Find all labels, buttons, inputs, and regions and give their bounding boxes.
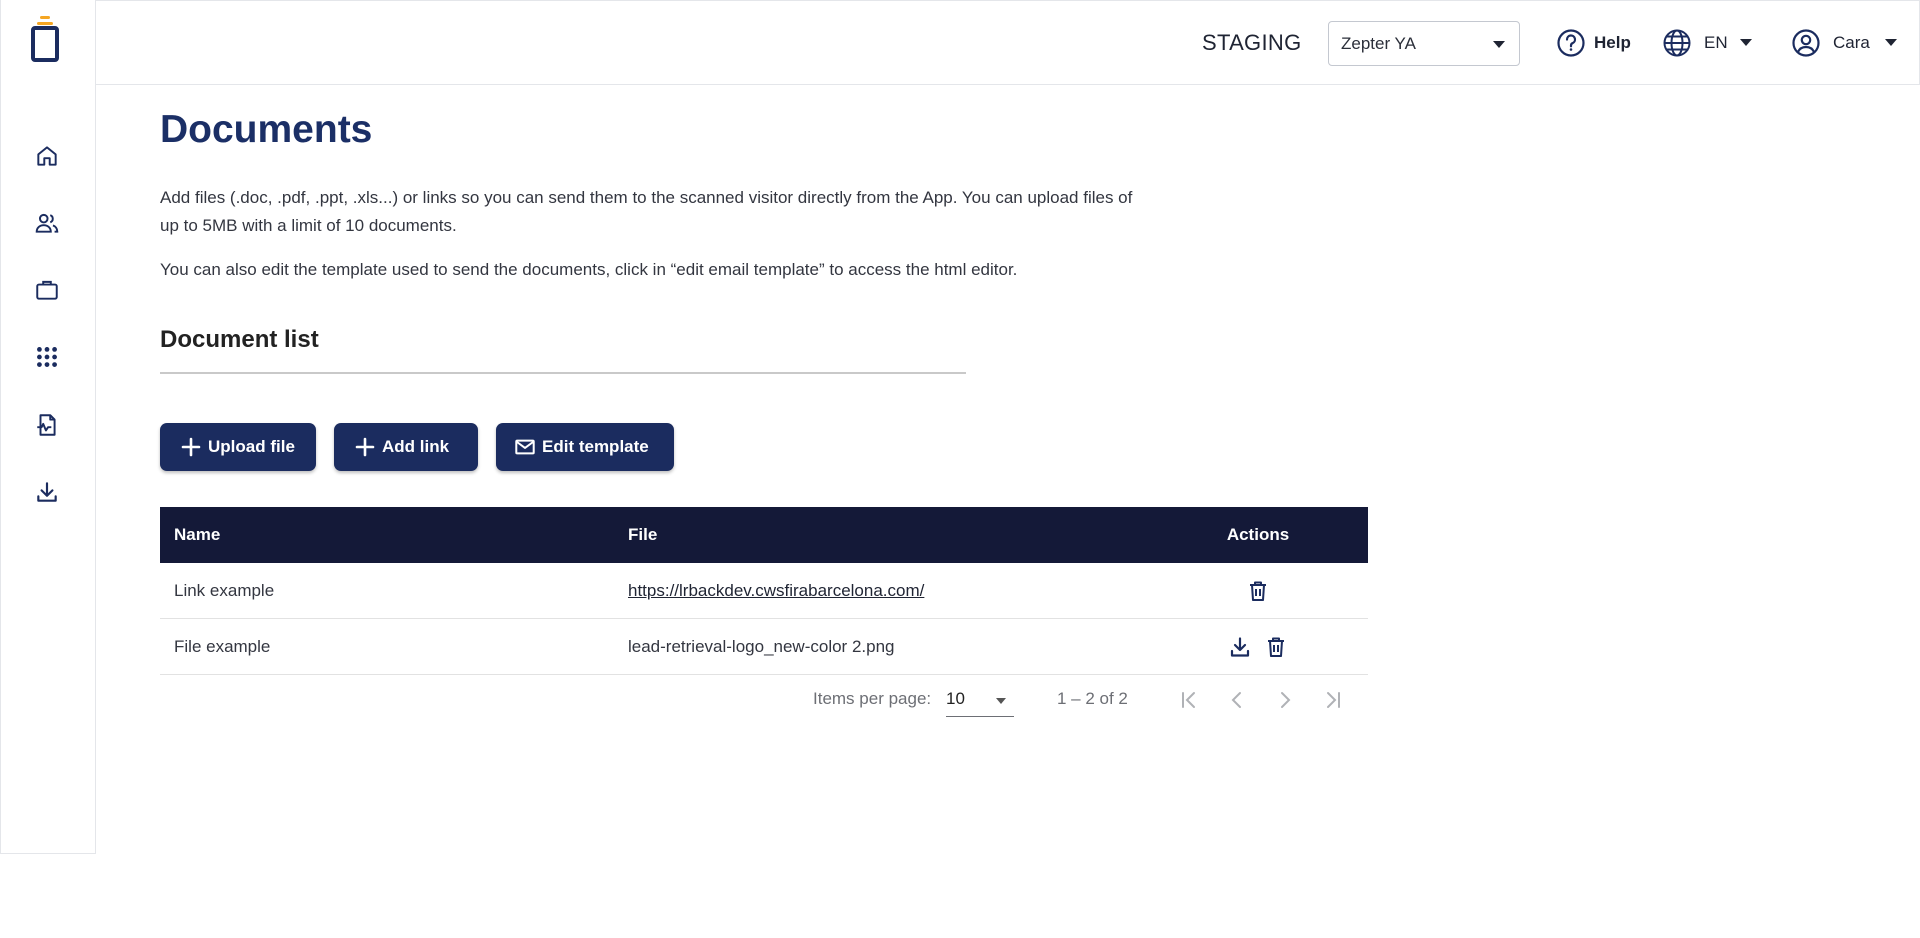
- trash-icon: [1268, 637, 1284, 657]
- chevron-down-icon: [996, 698, 1006, 704]
- nav-users[interactable]: [33, 209, 61, 237]
- nav-apps[interactable]: [33, 343, 61, 371]
- documents-table: Name File Actions Link example https://l…: [160, 507, 1368, 675]
- row-name: File example: [174, 636, 271, 656]
- trash-icon: [1250, 581, 1266, 601]
- row-file-name: lead-retrieval-logo_new-color 2.png: [628, 636, 895, 656]
- table-row: Link example https://lrbackdev.cwsfiraba…: [160, 563, 1368, 619]
- column-name-header: Name: [174, 525, 221, 544]
- help-button[interactable]: Help: [1556, 25, 1631, 61]
- edit-template-button[interactable]: Edit template: [496, 423, 674, 471]
- last-page-button[interactable]: [1318, 685, 1348, 715]
- download-button[interactable]: [1225, 632, 1255, 662]
- language-selector[interactable]: EN: [1662, 25, 1752, 61]
- users-icon: [35, 213, 59, 233]
- previous-page-button[interactable]: [1222, 685, 1252, 715]
- document-actions: Upload file Add link Edit template: [160, 423, 692, 471]
- chevron-down-icon: [1740, 39, 1752, 46]
- chevron-left-icon: [1231, 692, 1241, 708]
- plus-icon: [355, 437, 375, 457]
- section-divider: [160, 372, 966, 374]
- delete-button[interactable]: [1261, 632, 1291, 662]
- user-icon: [1792, 29, 1820, 57]
- next-page-button[interactable]: [1270, 685, 1300, 715]
- app-logo[interactable]: [31, 16, 59, 62]
- download-icon: [37, 482, 57, 502]
- upload-file-button[interactable]: Upload file: [160, 423, 316, 471]
- mail-icon: [515, 439, 535, 455]
- nav-download[interactable]: [33, 478, 61, 506]
- chevron-down-icon: [1885, 39, 1897, 46]
- page-description: Add files (.doc, .pdf, .ppt, .xls...) or…: [160, 188, 1133, 235]
- column-actions-header: Actions: [1226, 525, 1290, 544]
- nav-exhibitors[interactable]: [33, 276, 61, 304]
- upload-file-label: Upload file: [208, 437, 295, 456]
- document-icon: [37, 414, 56, 436]
- section-title: Document list: [160, 326, 319, 353]
- row-name: Link example: [174, 580, 275, 600]
- briefcase-icon: [36, 280, 58, 300]
- first-page-icon: [1182, 692, 1195, 708]
- template-description: You can also edit the template used to s…: [160, 260, 1018, 279]
- table-header: Name File Actions: [160, 507, 1368, 563]
- sidebar: [0, 0, 96, 854]
- main-content: Documents Add files (.doc, .pdf, .ppt, .…: [160, 108, 1368, 717]
- user-menu[interactable]: Cara: [1791, 25, 1897, 61]
- add-link-button[interactable]: Add link: [334, 423, 478, 471]
- last-page-icon: [1327, 692, 1340, 708]
- chevron-down-icon: [1493, 41, 1505, 48]
- paginator: Items per page: 10 1 – 2 of 2: [160, 679, 1368, 719]
- items-per-page-select[interactable]: 10: [946, 683, 1014, 717]
- nav-documents[interactable]: [33, 411, 61, 439]
- first-page-button[interactable]: [1174, 685, 1204, 715]
- user-name: Cara: [1833, 33, 1870, 52]
- row-file-link[interactable]: https://lrbackdev.cwsfirabarcelona.com/: [628, 581, 924, 600]
- column-file-header: File: [628, 525, 658, 544]
- edit-template-label: Edit template: [542, 437, 649, 456]
- items-per-page-value: 10: [946, 689, 965, 708]
- chevron-right-icon: [1281, 692, 1291, 708]
- event-select-value: Zepter YA: [1341, 34, 1416, 53]
- nav-home[interactable]: [33, 142, 61, 170]
- download-icon: [1230, 636, 1250, 657]
- help-label: Help: [1594, 33, 1631, 52]
- language-label: EN: [1704, 33, 1728, 52]
- delete-button[interactable]: [1243, 576, 1273, 606]
- globe-icon: [1663, 29, 1691, 57]
- help-icon: [1557, 29, 1585, 57]
- page-title: Documents: [160, 108, 373, 151]
- page-range-label: 1 – 2 of 2: [1057, 689, 1128, 708]
- apps-grid-icon: [37, 347, 57, 367]
- items-per-page-label: Items per page:: [813, 689, 932, 708]
- event-select[interactable]: Zepter YA: [1328, 21, 1520, 66]
- topbar: STAGING Zepter YA Help EN Cara: [96, 0, 1920, 85]
- plus-icon: [181, 437, 201, 457]
- table-row: File example lead-retrieval-logo_new-col…: [160, 619, 1368, 675]
- home-icon: [37, 146, 57, 166]
- environment-label: STAGING: [1202, 30, 1302, 55]
- add-link-label: Add link: [382, 437, 450, 456]
